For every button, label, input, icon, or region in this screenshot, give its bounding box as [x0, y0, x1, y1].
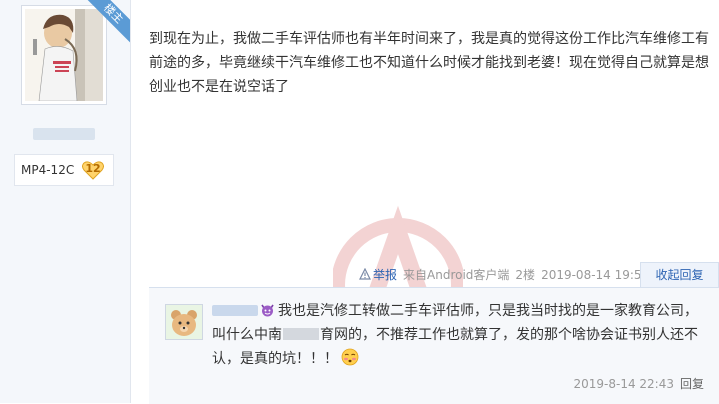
reply-line: 我也是汽修工转做二手车评估师，只是我当时找的是一家教育公司，	[278, 303, 698, 319]
author-username-redacted[interactable]	[33, 128, 95, 140]
redacted-text	[283, 328, 319, 340]
post-timestamp: 2019-08-14 19:50	[541, 268, 650, 282]
reply-content: 我也是汽修工转做二手车评估师，只是我当时找的是一家教育公司， 叫什么中南 育网的，…	[212, 299, 707, 371]
reply-timestamp: 2019-8-14 22:43	[573, 377, 674, 391]
author-badge: 楼主	[86, 0, 130, 44]
warning-icon	[359, 268, 371, 280]
post-content: 到现在为止，我做二手车评估师也有半年时间来了，我是真的觉得这份工作比汽车维修工有…	[149, 27, 711, 99]
level-number: 12	[85, 162, 101, 175]
post-line: 前途的多，毕竟继续干汽车维修工也不知道什么时候才能找到老婆！现在觉得自己就算是想	[149, 55, 709, 71]
blush-emoji-icon	[341, 348, 359, 366]
reply-button[interactable]: 回复	[680, 377, 704, 391]
reply-line: 认，是真的坑！！！	[212, 351, 338, 367]
client-source[interactable]: 来自Android客户端	[403, 268, 509, 282]
reply-avatar[interactable]	[165, 304, 203, 340]
post-action-bar: 举报 来自Android客户端 2楼 2019-08-14 19:50	[359, 266, 649, 284]
author-sidebar: 楼主 MP4-12C 12	[0, 0, 131, 403]
post-line: 创业也不是在说空话了	[149, 79, 289, 95]
reply-line: 育网的，不推荐工作也就算了，发的那个啥协会证书别人还不	[320, 327, 698, 343]
collapse-reply-button[interactable]: 收起回复	[640, 262, 719, 287]
floor-number: 2楼	[515, 268, 536, 282]
reply-meta: 2019-8-14 22:43 回复	[573, 375, 704, 392]
bear-avatar-icon	[166, 305, 202, 339]
level-name: MP4-12C	[21, 163, 75, 177]
author-level[interactable]: MP4-12C 12	[14, 154, 114, 186]
reply-section: 我也是汽修工转做二手车评估师，只是我当时找的是一家教育公司， 叫什么中南 育网的，…	[149, 287, 719, 404]
report-link[interactable]: 举报	[373, 268, 397, 282]
post-line: 到现在为止，我做二手车评估师也有半年时间来了，我是真的觉得这份工作比汽车维修工有	[149, 31, 709, 47]
reply-line: 叫什么中南	[212, 327, 282, 343]
author-badge-label: 楼主	[86, 0, 130, 44]
